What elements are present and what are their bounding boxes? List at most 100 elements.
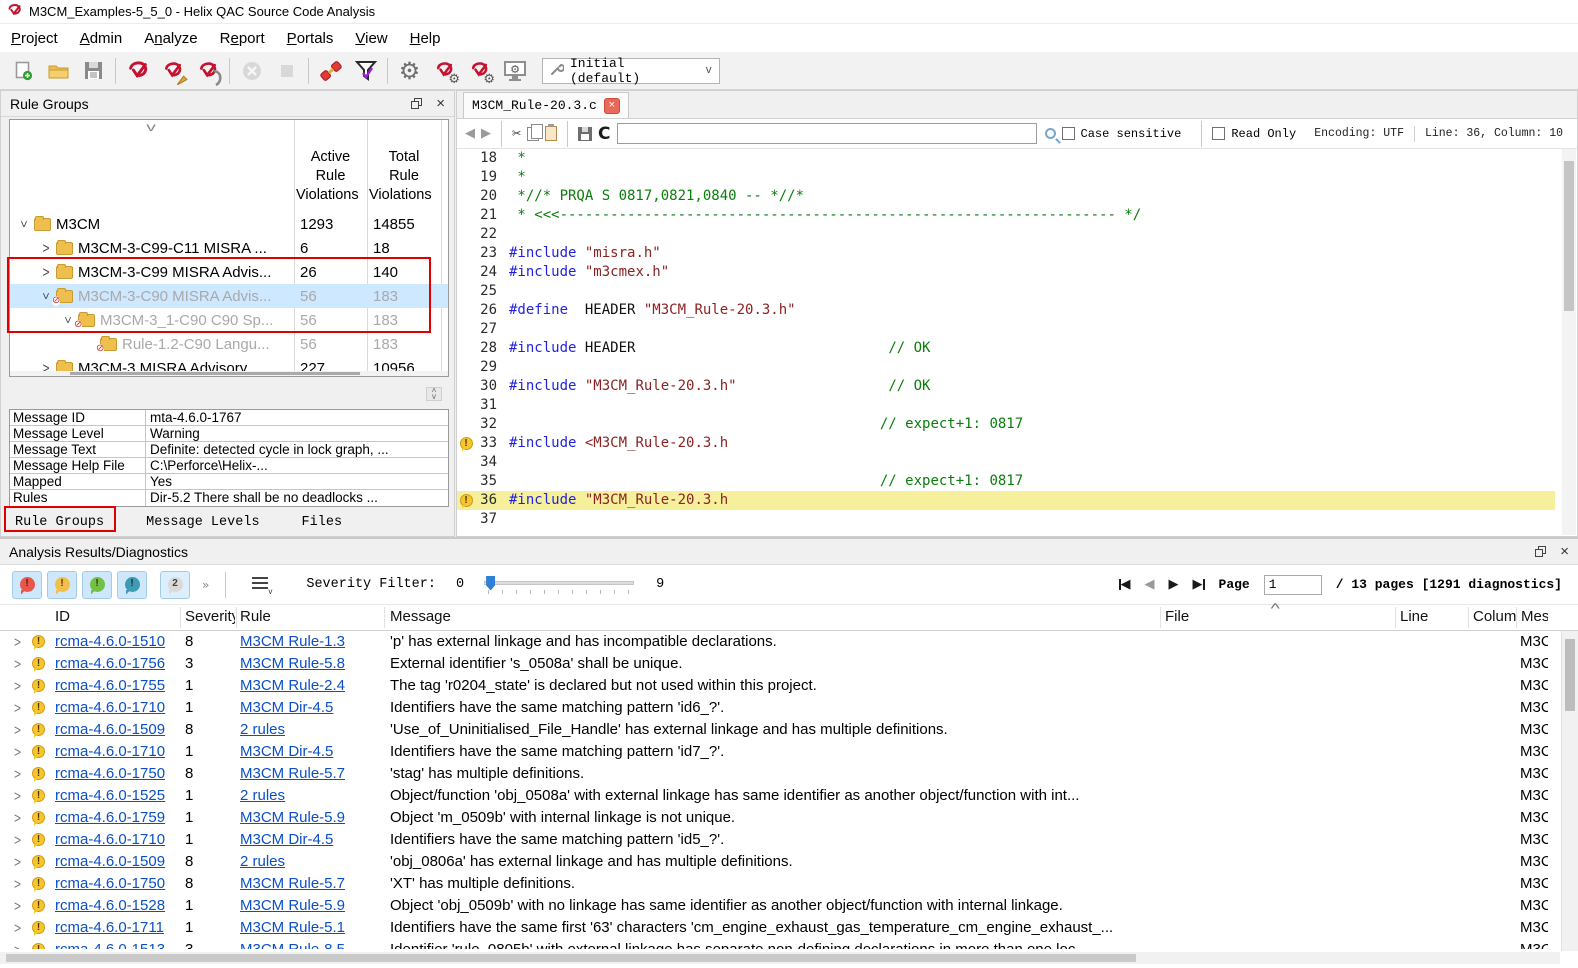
table-row[interactable]: >!rcma-4.6.0-17508M3CM Rule-5.7'stag' ha…: [0, 763, 1560, 785]
code-line[interactable]: 30#include "M3CM_Rule-20.3.h" // OK: [457, 377, 1555, 396]
menu-item-portals[interactable]: Portals: [276, 27, 345, 50]
analyze-file-icon[interactable]: [190, 55, 225, 87]
compiler-settings-icon[interactable]: ⚙: [462, 55, 497, 87]
diagnostic-id-link[interactable]: rcma-4.6.0-1711: [55, 917, 180, 939]
diagnostic-id-link[interactable]: rcma-4.6.0-1513: [55, 939, 180, 949]
tree-row[interactable]: >M3CM-3-C99-C11 MISRA ...618: [10, 236, 448, 260]
rule-link[interactable]: M3CM Rule-8.5: [240, 939, 380, 949]
rule-link[interactable]: M3CM Dir-4.5: [240, 829, 380, 851]
table-row[interactable]: >!rcma-4.6.0-17101M3CM Dir-4.5Identifier…: [0, 741, 1560, 763]
table-row[interactable]: >!rcma-4.6.0-152512 rulesObject/function…: [0, 785, 1560, 807]
tree-expander-icon[interactable]: >: [17, 216, 31, 232]
code-line[interactable]: 27: [457, 320, 1555, 339]
search-input[interactable]: [617, 123, 1037, 144]
navigate-back-icon[interactable]: ◀: [465, 126, 475, 141]
code-area[interactable]: 18 *19 *20 *//* PRQA S 0817,0821,0840 --…: [457, 149, 1555, 535]
close-panel-icon[interactable]: ×: [436, 96, 445, 111]
code-line[interactable]: 19 *: [457, 168, 1555, 187]
save-file-icon[interactable]: [578, 127, 592, 141]
sort-indicator-icon[interactable]: v: [146, 120, 156, 134]
code-line[interactable]: 32 // expect+1: 0817: [457, 415, 1555, 434]
column-header-message[interactable]: Message: [390, 608, 1150, 625]
code-line[interactable]: 26#define HEADER "M3CM_Rule-20.3.h": [457, 301, 1555, 320]
more-filters-icon[interactable]: »: [202, 578, 209, 592]
tree-row[interactable]: >M3CM-3-C99 MISRA Advis...26140: [10, 260, 448, 284]
diagnostic-id-link[interactable]: rcma-4.6.0-1750: [55, 873, 180, 895]
table-row[interactable]: >!rcma-4.6.0-17508M3CM Rule-5.7'XT' has …: [0, 873, 1560, 895]
diagnostic-id-link[interactable]: rcma-4.6.0-1528: [55, 895, 180, 917]
dependencies-icon[interactable]: [313, 55, 348, 87]
rule-link[interactable]: M3CM Rule-5.1: [240, 917, 380, 939]
editor-vertical-scrollbar[interactable]: [1562, 149, 1576, 535]
diagnostic-id-link[interactable]: rcma-4.6.0-1750: [55, 763, 180, 785]
table-row[interactable]: >!rcma-4.6.0-150982 rules'obj_0806a' has…: [0, 851, 1560, 873]
tree-expander-icon[interactable]: >: [61, 312, 75, 328]
search-icon[interactable]: [1045, 128, 1056, 139]
code-line[interactable]: !33#include <M3CM_Rule-20.3.h: [457, 434, 1555, 453]
analyze-clean-icon[interactable]: [155, 55, 190, 87]
rule-link[interactable]: M3CM Dir-4.5: [240, 697, 380, 719]
code-line[interactable]: 37: [457, 510, 1555, 529]
diagnostic-id-link[interactable]: rcma-4.6.0-1510: [55, 631, 180, 653]
rule-link[interactable]: 2 rules: [240, 719, 380, 741]
code-line[interactable]: 35 // expect+1: 0817: [457, 472, 1555, 491]
tree-row[interactable]: >M3CM-3-C90 MISRA Advis...56183: [10, 284, 448, 308]
terminate-icon[interactable]: [269, 55, 304, 87]
panel-tab-files[interactable]: Files: [294, 511, 351, 534]
float-panel-icon[interactable]: [411, 98, 422, 109]
tree-expander-icon[interactable]: >: [38, 240, 54, 257]
slider-handle[interactable]: [486, 576, 495, 591]
case-sensitive-checkbox[interactable]: [1062, 127, 1075, 140]
cut-icon[interactable]: ✂: [512, 124, 521, 143]
results-horizontal-scrollbar[interactable]: [0, 952, 1560, 964]
message-filter-icon[interactable]: [348, 55, 383, 87]
tree-expander-icon[interactable]: >: [38, 264, 54, 281]
navigate-forward-icon[interactable]: ▶: [481, 126, 491, 141]
column-header-message-2[interactable]: Message: [1521, 608, 1548, 625]
table-row[interactable]: >!rcma-4.6.0-17551M3CM Rule-2.4The tag '…: [0, 675, 1560, 697]
project-settings-icon[interactable]: ⚙: [392, 55, 427, 87]
rule-link[interactable]: M3CM Rule-2.4: [240, 675, 380, 697]
code-line[interactable]: 25: [457, 282, 1555, 301]
menu-item-report[interactable]: Report: [209, 27, 276, 50]
tree-row[interactable]: >M3CM129314855: [10, 212, 448, 236]
table-row[interactable]: >!rcma-4.6.0-15133M3CM Rule-8.5Identifie…: [0, 939, 1560, 949]
table-row[interactable]: >!rcma-4.6.0-15108M3CM Rule-1.3'p' has e…: [0, 631, 1560, 653]
rule-link[interactable]: 2 rules: [240, 851, 380, 873]
tree-row[interactable]: Rule-1.2-C90 Langu...56183: [10, 332, 448, 356]
severity-info-filter[interactable]: !: [117, 571, 147, 599]
save-project-icon[interactable]: [76, 55, 111, 87]
code-line[interactable]: 28#include HEADER // OK: [457, 339, 1555, 358]
collapse-panel-button[interactable]: ˄v: [426, 387, 442, 401]
next-page-icon[interactable]: ▶: [1169, 577, 1179, 592]
editor-tab[interactable]: M3CM_Rule-20.3.c ×: [463, 92, 629, 118]
code-line[interactable]: 21 * <<<--------------------------------…: [457, 206, 1555, 225]
rule-link[interactable]: M3CM Rule-5.9: [240, 807, 380, 829]
table-row[interactable]: >!rcma-4.6.0-17101M3CM Dir-4.5Identifier…: [0, 697, 1560, 719]
panel-tab-rule-groups[interactable]: Rule Groups: [7, 511, 112, 534]
rule-link[interactable]: M3CM Dir-4.5: [240, 741, 380, 763]
column-header-column[interactable]: Column: [1473, 608, 1517, 625]
rule-link[interactable]: M3CM Rule-5.7: [240, 763, 380, 785]
level2-filter[interactable]: 2: [160, 571, 190, 599]
code-line[interactable]: 22: [457, 225, 1555, 244]
rule-link[interactable]: 2 rules: [240, 785, 380, 807]
column-header-rule[interactable]: Rule: [240, 608, 375, 625]
diagnostic-id-link[interactable]: rcma-4.6.0-1756: [55, 653, 180, 675]
diagnostic-id-link[interactable]: rcma-4.6.0-1710: [55, 741, 180, 763]
tree-expander-icon[interactable]: >: [39, 288, 53, 304]
menu-item-help[interactable]: Help: [399, 27, 452, 50]
severity-high-filter[interactable]: !: [12, 571, 42, 599]
display-settings-icon[interactable]: ⚙: [497, 55, 532, 87]
rule-link[interactable]: M3CM Rule-5.7: [240, 873, 380, 895]
results-vertical-scrollbar[interactable]: [1561, 631, 1578, 951]
configuration-dropdown[interactable]: Initial (default) v: [542, 58, 720, 84]
code-line[interactable]: 20 *//* PRQA S 0817,0821,0840 -- *//*: [457, 187, 1555, 206]
code-line[interactable]: 29: [457, 358, 1555, 377]
diagnostic-id-link[interactable]: rcma-4.6.0-1759: [55, 807, 180, 829]
code-line[interactable]: 31: [457, 396, 1555, 415]
diagnostic-id-link[interactable]: rcma-4.6.0-1710: [55, 829, 180, 851]
tree-row[interactable]: >M3CM-3_1-C90 C90 Sp...56183: [10, 308, 448, 332]
column-header-total-rule-violations[interactable]: TotalRuleViolations: [369, 148, 439, 208]
tree-horizontal-scrollbar[interactable]: [10, 371, 448, 376]
